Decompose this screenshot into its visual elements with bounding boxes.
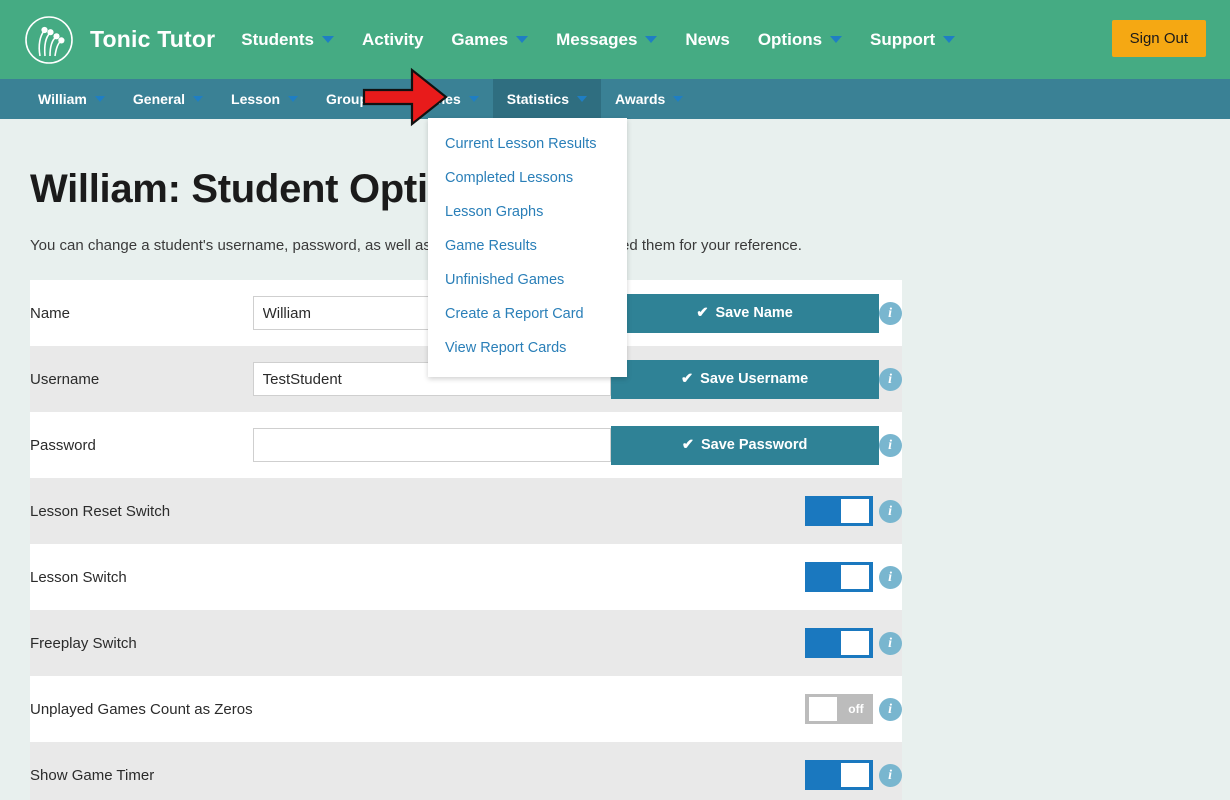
subnav-item-label: Games <box>414 91 461 107</box>
chevron-down-icon <box>577 96 587 102</box>
dropdown-item-current-lesson-results[interactable]: Current Lesson Results <box>428 127 627 161</box>
nav-item-support[interactable]: Support <box>856 0 969 79</box>
check-icon: ✔ <box>696 305 708 321</box>
subnav-item-games[interactable]: Games <box>400 79 493 119</box>
table-row: Password ✔ Save Password i <box>30 412 902 478</box>
dropdown-item-game-results[interactable]: Game Results <box>428 229 627 263</box>
sign-out-button[interactable]: Sign Out <box>1112 20 1206 57</box>
table-row: Show Game Timer i <box>30 742 902 800</box>
nav-item-label: Students <box>241 30 314 50</box>
chevron-down-icon <box>830 36 842 43</box>
subnav-item-general[interactable]: General <box>119 79 217 119</box>
chevron-down-icon <box>288 96 298 102</box>
info-icon[interactable]: i <box>879 764 902 787</box>
chevron-down-icon <box>645 36 657 43</box>
dropdown-item-view-report-cards[interactable]: View Report Cards <box>428 331 627 365</box>
chevron-down-icon <box>376 96 386 102</box>
info-icon[interactable]: i <box>879 500 902 523</box>
subnav-item-lesson[interactable]: Lesson <box>217 79 312 119</box>
brand-name[interactable]: Tonic Tutor <box>90 26 215 53</box>
dropdown-item-completed-lessons[interactable]: Completed Lessons <box>428 161 627 195</box>
info-icon[interactable]: i <box>879 566 902 589</box>
nav-item-activity[interactable]: Activity <box>348 0 437 79</box>
save-username-button[interactable]: ✔ Save Username <box>611 360 879 399</box>
lesson-reset-switch-toggle[interactable] <box>805 496 873 526</box>
nav-item-label: Games <box>451 30 508 50</box>
toggle-knob <box>809 697 837 721</box>
save-password-label: Save Password <box>701 437 807 453</box>
primary-nav: Students Activity Games Messages News Op… <box>227 0 969 79</box>
chevron-down-icon <box>943 36 955 43</box>
dropdown-item-create-a-report-card[interactable]: Create a Report Card <box>428 297 627 331</box>
nav-item-students[interactable]: Students <box>227 0 348 79</box>
subnav-item-label: Awards <box>615 91 665 107</box>
secondary-nav: William General Lesson Group Games Stati… <box>0 79 1230 119</box>
toggle-knob <box>841 499 869 523</box>
chevron-down-icon <box>516 36 528 43</box>
subnav-item-william[interactable]: William <box>24 79 119 119</box>
subnav-item-label: Lesson <box>231 91 280 107</box>
info-icon[interactable]: i <box>879 698 902 721</box>
row-label-lesson-reset-switch: Lesson Reset Switch <box>30 478 253 544</box>
info-icon[interactable]: i <box>879 368 902 391</box>
save-name-label: Save Name <box>715 305 792 321</box>
tonic-tutor-logo-icon[interactable] <box>24 15 74 65</box>
check-icon: ✔ <box>681 371 693 387</box>
nav-item-label: Support <box>870 30 935 50</box>
nav-item-label: Activity <box>362 30 423 50</box>
unplayed-games-count-as-zeros-toggle[interactable]: off <box>805 694 873 724</box>
save-name-button[interactable]: ✔ Save Name <box>611 294 879 333</box>
row-label-freeplay-switch: Freeplay Switch <box>30 610 253 676</box>
nav-item-games[interactable]: Games <box>437 0 542 79</box>
row-label-name: Name <box>30 280 253 346</box>
check-icon: ✔ <box>682 437 694 453</box>
table-row: Freeplay Switch i <box>30 610 902 676</box>
nav-item-label: Options <box>758 30 822 50</box>
freeplay-switch-toggle[interactable] <box>805 628 873 658</box>
nav-item-label: Messages <box>556 30 637 50</box>
subnav-item-awards[interactable]: Awards <box>601 79 697 119</box>
lesson-switch-toggle[interactable] <box>805 562 873 592</box>
toggle-knob <box>841 565 869 589</box>
row-label-username: Username <box>30 346 253 412</box>
subnav-item-group[interactable]: Group <box>312 79 400 119</box>
chevron-down-icon <box>469 96 479 102</box>
info-icon[interactable]: i <box>879 434 902 457</box>
dropdown-item-lesson-graphs[interactable]: Lesson Graphs <box>428 195 627 229</box>
toggle-knob <box>841 763 869 787</box>
nav-item-options[interactable]: Options <box>744 0 856 79</box>
subnav-item-statistics[interactable]: Statistics <box>493 79 601 119</box>
top-header: Tonic Tutor Students Activity Games Mess… <box>0 0 1230 79</box>
row-label-show-game-timer: Show Game Timer <box>30 742 253 800</box>
toggle-knob <box>841 631 869 655</box>
nav-item-label: News <box>685 30 729 50</box>
statistics-dropdown-menu: Current Lesson Results Completed Lessons… <box>428 118 627 377</box>
info-icon[interactable]: i <box>879 632 902 655</box>
save-password-button[interactable]: ✔ Save Password <box>611 426 879 465</box>
row-label-unplayed-games-count-as-zeros: Unplayed Games Count as Zeros <box>30 676 253 742</box>
dropdown-item-unfinished-games[interactable]: Unfinished Games <box>428 263 627 297</box>
subnav-item-label: William <box>38 91 87 107</box>
subnav-item-label: Statistics <box>507 91 569 107</box>
table-row: Lesson Reset Switch i <box>30 478 902 544</box>
table-row: Unplayed Games Count as Zeros off i <box>30 676 902 742</box>
save-username-label: Save Username <box>700 371 808 387</box>
toggle-state-text: off <box>848 694 863 724</box>
show-game-timer-toggle[interactable] <box>805 760 873 790</box>
password-input[interactable] <box>253 428 611 462</box>
row-label-lesson-switch: Lesson Switch <box>30 544 253 610</box>
chevron-down-icon <box>673 96 683 102</box>
subnav-item-label: General <box>133 91 185 107</box>
subnav-item-label: Group <box>326 91 368 107</box>
row-label-password: Password <box>30 412 253 478</box>
table-row: Lesson Switch i <box>30 544 902 610</box>
chevron-down-icon <box>322 36 334 43</box>
nav-item-messages[interactable]: Messages <box>542 0 671 79</box>
chevron-down-icon <box>95 96 105 102</box>
info-icon[interactable]: i <box>879 302 902 325</box>
nav-item-news[interactable]: News <box>671 0 743 79</box>
chevron-down-icon <box>193 96 203 102</box>
